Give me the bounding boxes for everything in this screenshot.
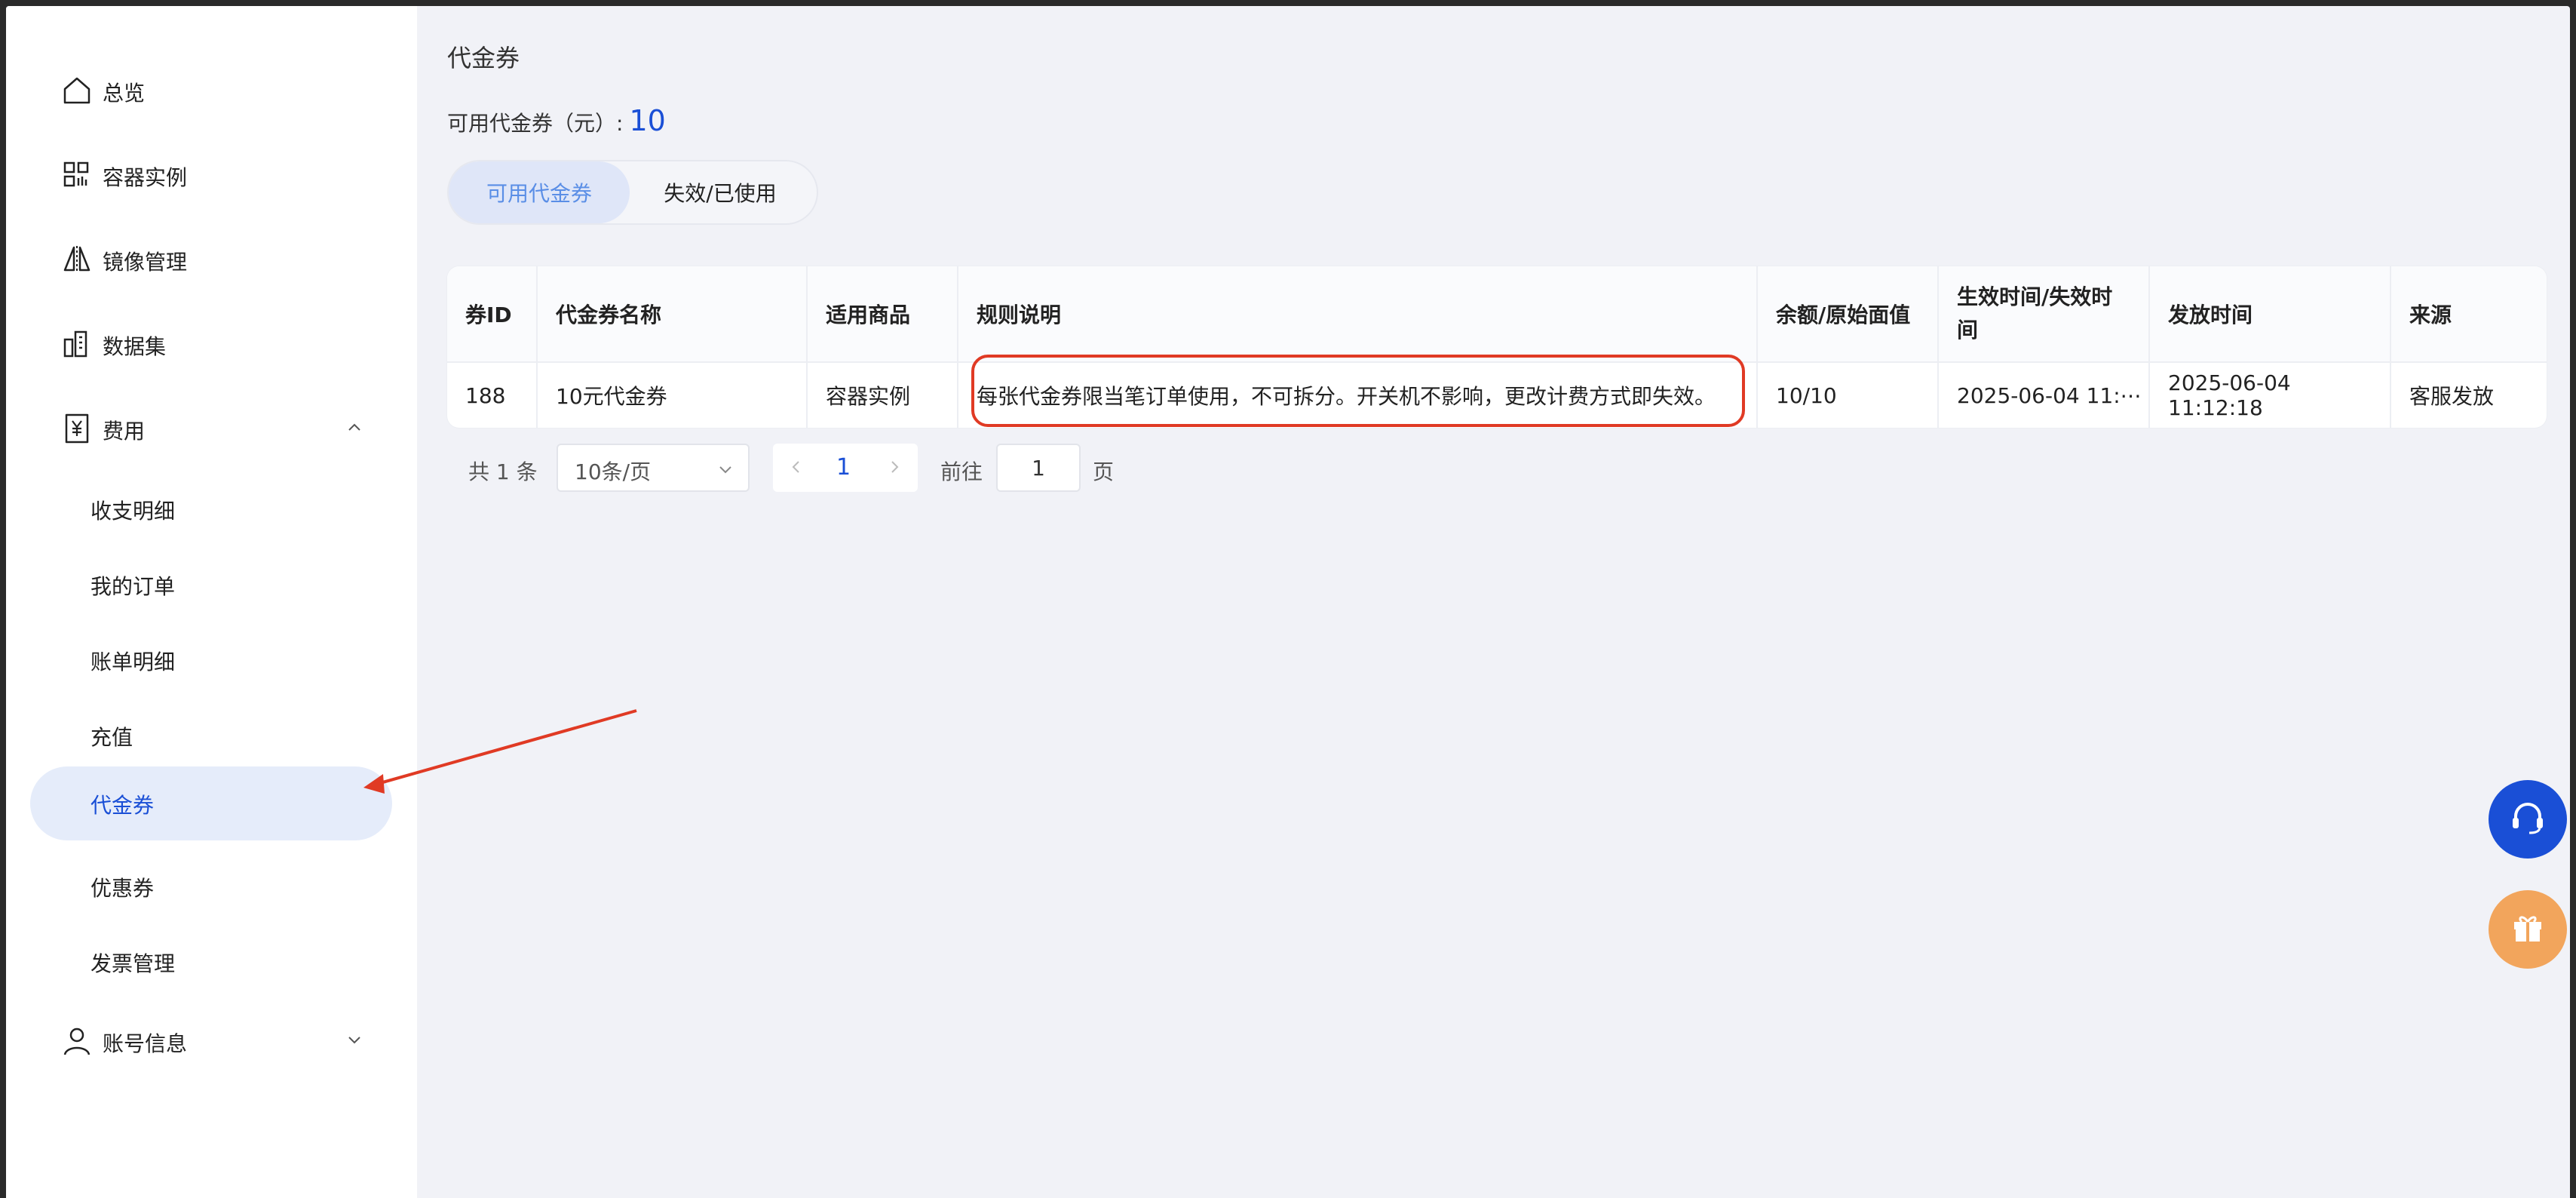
tab-available-vouchers[interactable]: 可用代金券 <box>449 161 630 223</box>
sidebar-subitem-transactions[interactable]: 收支明细 <box>30 472 392 546</box>
column-header: 来源 <box>2409 303 2452 327</box>
sidebar: 总览 容器实例 镜像管理 数据集 费用 收支明细 我的订单 账单明细 充值 代金… <box>6 6 417 1198</box>
voucher-tabs: 可用代金券 失效/已使用 <box>447 160 818 225</box>
dataset-icon <box>60 327 94 361</box>
column-header: 余额/原始面值 <box>1758 266 1939 361</box>
sidebar-subitem-bills[interactable]: 账单明细 <box>30 623 392 697</box>
sidebar-subitem-label: 发票管理 <box>90 951 176 976</box>
page-size-value: 10条/页 <box>575 459 652 484</box>
sidebar-item-datasets[interactable]: 数据集 <box>6 320 417 365</box>
user-icon <box>60 1024 94 1058</box>
voucher-balance: 可用代金券（元）: 10 <box>447 104 666 137</box>
sidebar-subitem-vouchers[interactable]: 代金券 <box>30 766 392 840</box>
pagination-total: 共 1 条 <box>468 459 538 484</box>
column-header: 券ID <box>447 266 538 361</box>
sidebar-subitem-label: 账单明细 <box>90 650 176 674</box>
column-header: 适用商品 <box>808 266 958 361</box>
voucher-table: 券ID 代金券名称 适用商品 规则说明 余额/原始面值 生效时间/失效时间 发放… <box>447 266 2547 428</box>
goto-page-input[interactable] <box>996 444 1081 492</box>
column-header: 规则说明 <box>958 266 1758 361</box>
balance-value: 10 <box>629 104 666 137</box>
table-cell-source: 客服发放 <box>2409 384 2495 409</box>
headset-icon <box>2505 795 2550 843</box>
sidebar-subitem-label: 优惠券 <box>90 876 155 901</box>
column-header: 发放时间 <box>2150 266 2391 361</box>
sidebar-item-images[interactable]: 镜像管理 <box>6 235 417 281</box>
sidebar-item-billing[interactable]: 费用 <box>6 404 417 450</box>
sidebar-subitem-label: 收支明细 <box>90 499 176 524</box>
sidebar-subitem-recharge[interactable]: 充值 <box>30 699 392 773</box>
sidebar-item-label: 数据集 <box>103 334 167 359</box>
grid-icon <box>60 158 94 192</box>
table-cell-validity: 2025-06-04 11:⋯ <box>1939 363 2150 428</box>
page-title: 代金券 <box>447 44 520 72</box>
chevron-down-icon <box>344 1029 365 1050</box>
sidebar-subitem-label: 充值 <box>90 725 133 750</box>
balance-label: 可用代金券（元）: <box>447 111 624 136</box>
table-cell-name: 10元代金券 <box>538 363 808 428</box>
app-window: 总览 容器实例 镜像管理 数据集 费用 收支明细 我的订单 账单明细 充值 代金… <box>6 6 2570 1198</box>
column-header: 代金券名称 <box>538 266 808 361</box>
home-icon <box>60 74 94 107</box>
sidebar-item-label: 费用 <box>103 419 146 444</box>
tab-expired-used[interactable]: 失效/已使用 <box>630 161 811 223</box>
prev-page-icon[interactable] <box>787 457 806 477</box>
table-cell-issued-time: 2025-06-04 11:12:18 <box>2150 363 2391 428</box>
sidebar-subitem-invoices[interactable]: 发票管理 <box>30 925 392 999</box>
sidebar-item-label: 账号信息 <box>103 1031 188 1056</box>
column-header: 生效时间/失效时间 <box>1939 266 2150 361</box>
current-page[interactable]: 1 <box>836 454 851 481</box>
page-suffix-label: 页 <box>1093 459 1115 484</box>
sidebar-item-label: 总览 <box>103 81 146 106</box>
sidebar-item-overview[interactable]: 总览 <box>6 66 417 112</box>
page-size-select[interactable]: 10条/页 <box>557 444 750 492</box>
sidebar-item-label: 容器实例 <box>103 165 188 190</box>
gift-button[interactable] <box>2489 890 2567 969</box>
customer-support-button[interactable] <box>2489 780 2567 859</box>
chevron-down-icon <box>716 459 734 477</box>
sidebar-subitem-label: 我的订单 <box>90 574 176 599</box>
next-page-icon[interactable] <box>885 457 904 477</box>
sidebar-subitem-label: 代金券 <box>90 793 155 818</box>
table-cell-balance: 10/10 <box>1758 363 1939 428</box>
table-cell-rules: 每张代金券限当笔订单使用，不可拆分。开关机不影响，更改计费方式即失效。 <box>958 363 1758 428</box>
goto-label: 前往 <box>940 459 983 484</box>
sidebar-item-label: 镜像管理 <box>103 250 188 275</box>
pagination: 共 1 条 10条/页 1 前往 页 <box>447 444 1201 492</box>
chevron-up-icon <box>344 416 365 438</box>
page-navigator: 1 <box>773 444 918 492</box>
table-header: 券ID 代金券名称 适用商品 规则说明 余额/原始面值 生效时间/失效时间 发放… <box>447 266 2547 363</box>
sidebar-item-containers[interactable]: 容器实例 <box>6 151 417 196</box>
mirror-icon <box>60 243 94 276</box>
table-row: 188 10元代金券 容器实例 每张代金券限当笔订单使用，不可拆分。开关机不影响… <box>447 363 2547 428</box>
gift-icon <box>2505 905 2550 954</box>
sidebar-subitem-coupons[interactable]: 优惠券 <box>30 849 392 923</box>
table-cell-product: 容器实例 <box>808 363 958 428</box>
table-cell-id: 188 <box>447 363 538 428</box>
yen-icon <box>60 412 94 445</box>
sidebar-item-account[interactable]: 账号信息 <box>6 1017 417 1062</box>
sidebar-subitem-orders[interactable]: 我的订单 <box>30 548 392 622</box>
